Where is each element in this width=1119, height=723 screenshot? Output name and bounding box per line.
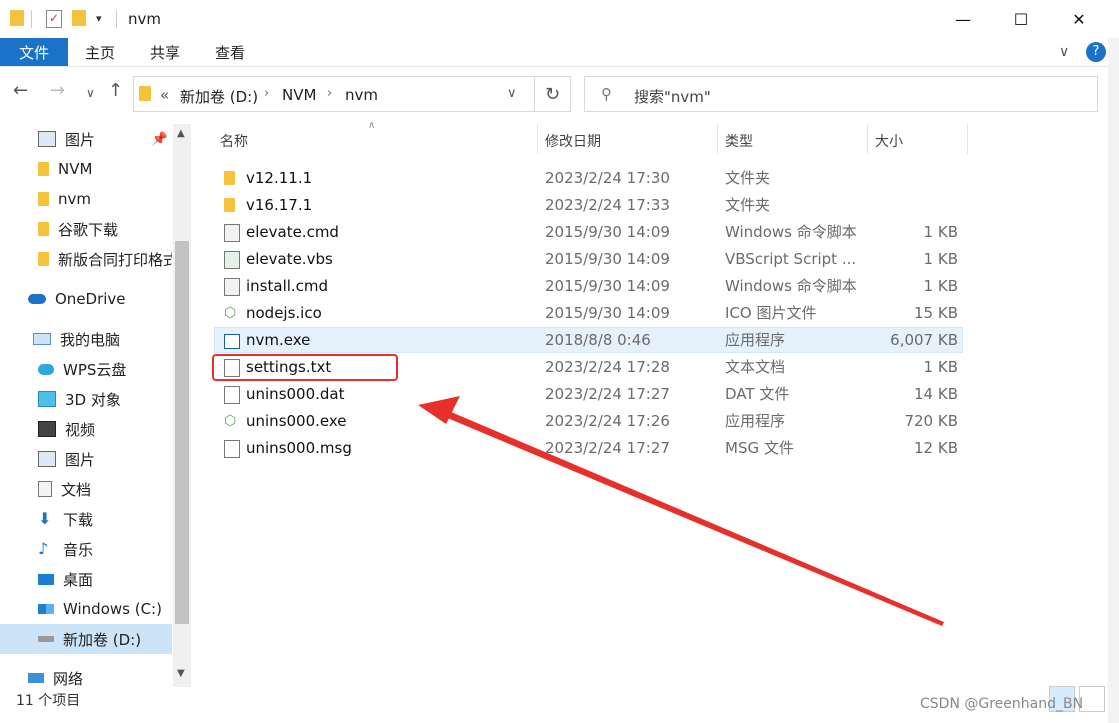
annotation-arrow-shaft bbox=[426, 403, 944, 626]
watermark: CSDN @Greenhand_BN bbox=[920, 696, 1084, 712]
annotation-arrow bbox=[418, 396, 944, 626]
page-scrollbar[interactable] bbox=[1108, 38, 1119, 723]
status-item-count: 11 个项目 bbox=[16, 693, 81, 709]
